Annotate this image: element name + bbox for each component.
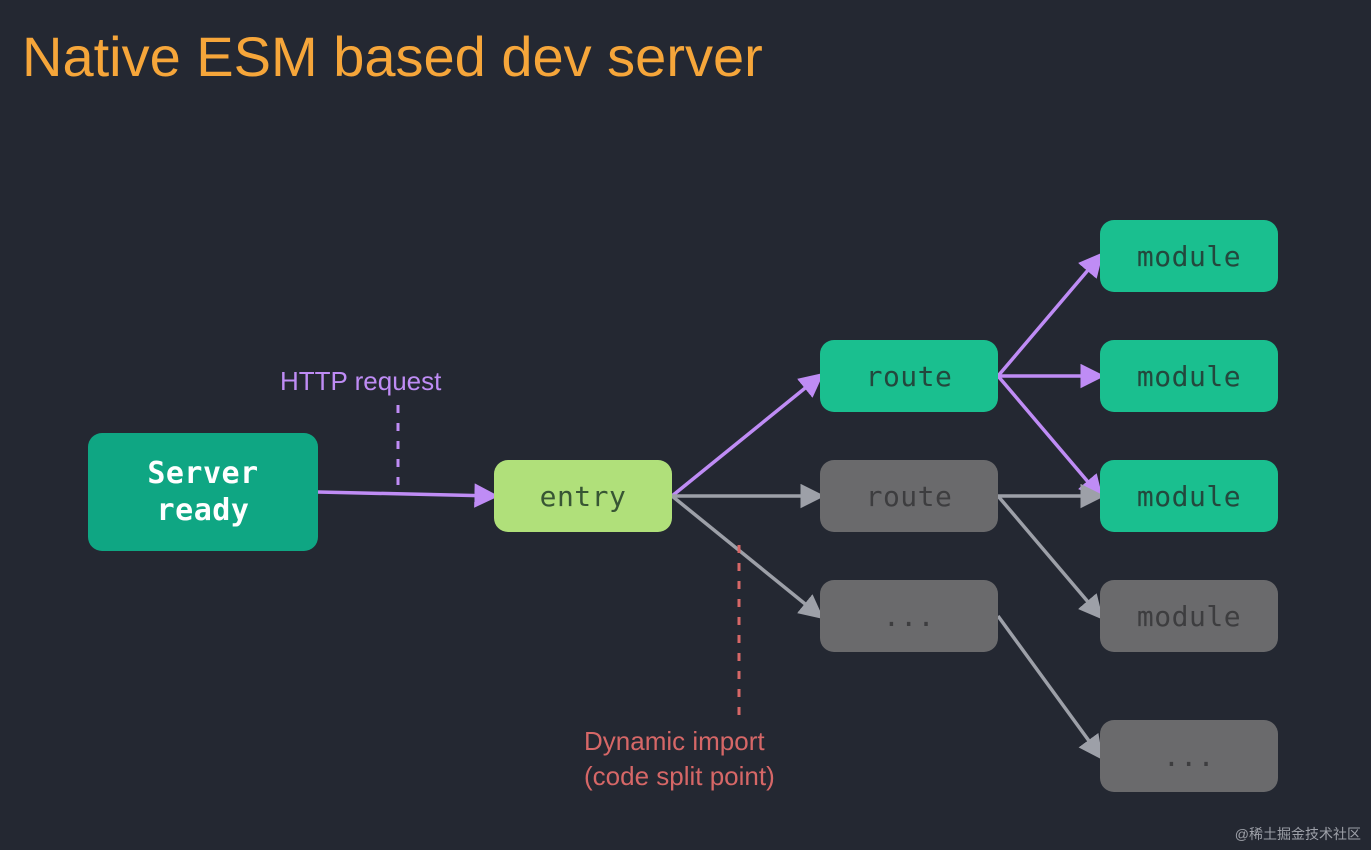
node-module4: module <box>1100 580 1278 652</box>
edge-server-entry <box>318 492 494 496</box>
node-ellipsis2: ... <box>1100 720 1278 792</box>
node-module2: module <box>1100 340 1278 412</box>
node-server: Server ready <box>88 433 318 551</box>
label-http: HTTP request <box>280 364 441 399</box>
label-dynamic: Dynamic import (code split point) <box>584 724 775 794</box>
edge-ellipsis1-ellipsis2 <box>998 616 1100 756</box>
edge-route2-module4 <box>998 496 1100 616</box>
edge-route1-module3 <box>998 376 1100 496</box>
node-module3: module <box>1100 460 1278 532</box>
page-title: Native ESM based dev server <box>22 24 763 89</box>
node-entry: entry <box>494 460 672 532</box>
node-module1: module <box>1100 220 1278 292</box>
edge-route1-module1 <box>998 256 1100 376</box>
edge-entry-route1 <box>672 376 820 496</box>
edge-entry-ellipsis1 <box>672 496 820 616</box>
node-route1: route <box>820 340 998 412</box>
watermark: @稀土掘金技术社区 <box>1235 824 1361 844</box>
node-ellipsis1: ... <box>820 580 998 652</box>
node-route2: route <box>820 460 998 532</box>
